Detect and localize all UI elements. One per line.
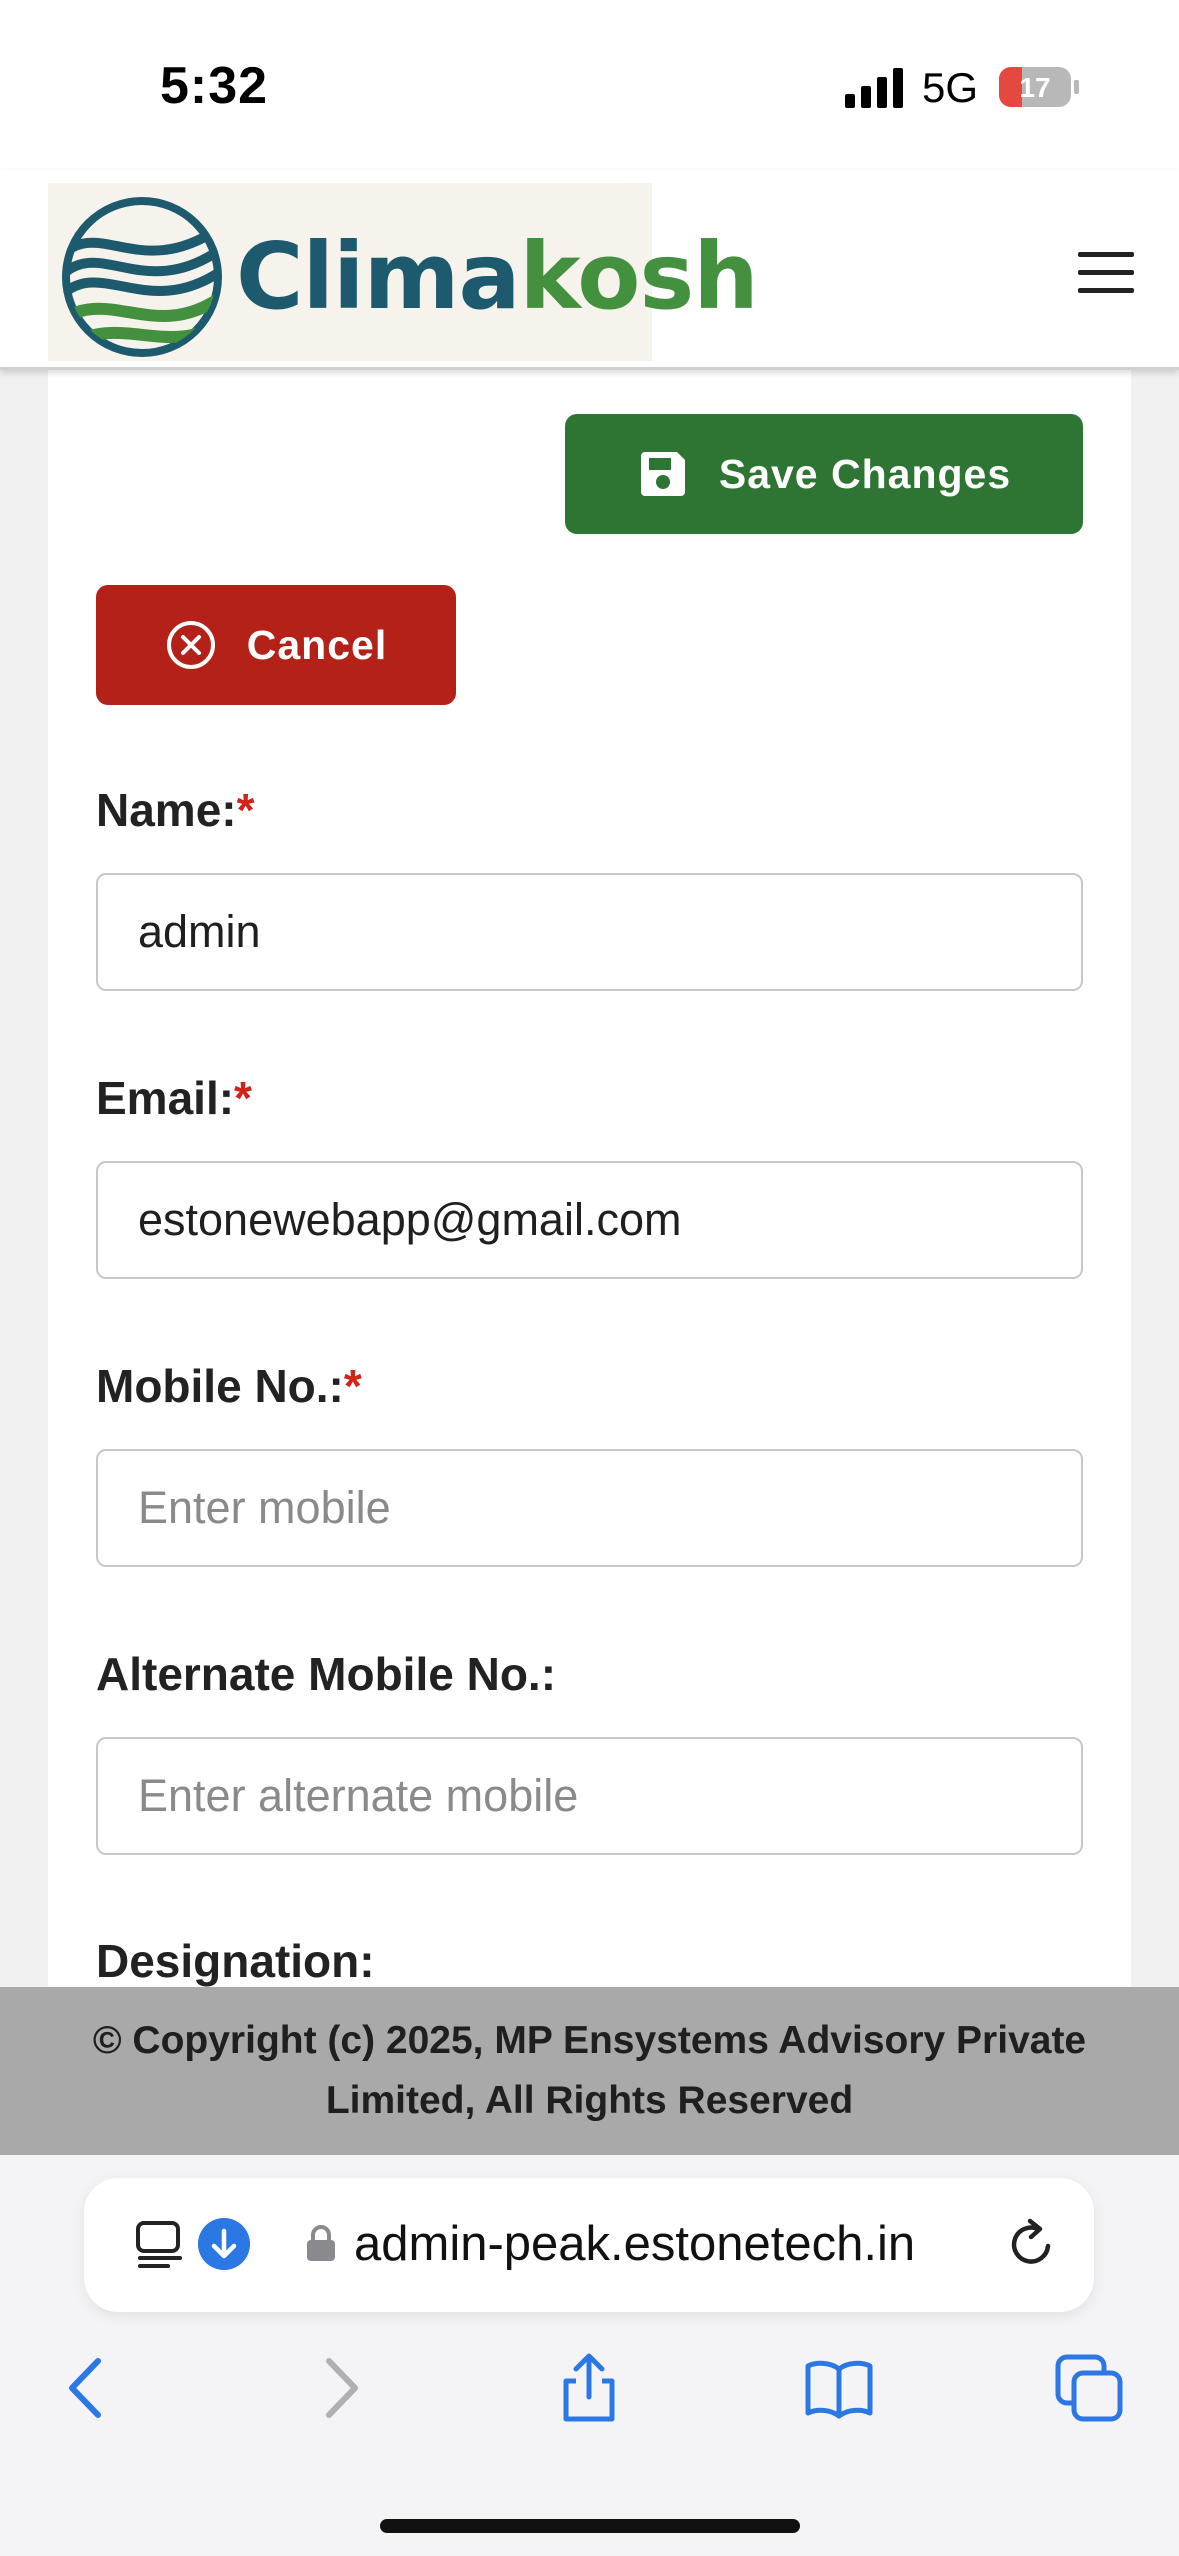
cancel-circle-icon: [166, 621, 215, 669]
hamburger-menu-icon[interactable]: [1078, 252, 1134, 294]
email-label: Email:*: [96, 1071, 252, 1125]
page-menu-icon[interactable]: [134, 2220, 186, 2270]
browser-bottom-bar: admin-peak.estonetech.in: [0, 2155, 1179, 2556]
cancel-button-label: Cancel: [246, 621, 388, 668]
name-input[interactable]: admin: [96, 873, 1083, 991]
battery-icon: 17: [999, 67, 1079, 107]
site-header: Climakosh: [0, 170, 1179, 370]
cellular-signal-icon: [845, 68, 903, 108]
required-marker: *: [234, 1072, 252, 1124]
logo-text-kosh: kosh: [519, 223, 759, 330]
mobile-input[interactable]: Enter mobile: [96, 1449, 1083, 1567]
bookmarks-icon[interactable]: [804, 2353, 874, 2423]
back-icon[interactable]: [52, 2353, 122, 2423]
reload-icon[interactable]: [1004, 2216, 1060, 2272]
status-time: 5:32: [160, 57, 269, 115]
logo-wordmark: Climakosh: [236, 223, 759, 330]
url-text[interactable]: admin-peak.estonetech.in: [354, 2216, 915, 2272]
tabs-icon[interactable]: [1054, 2353, 1124, 2423]
battery-level: 17: [1019, 72, 1050, 103]
logo-text-clima: Clima: [236, 223, 521, 330]
cancel-button[interactable]: Cancel: [96, 585, 456, 705]
climakosh-logo-icon: [62, 197, 222, 357]
home-indicator: [380, 2519, 800, 2533]
required-marker: *: [236, 784, 255, 836]
alternate-mobile-input[interactable]: Enter alternate mobile: [96, 1737, 1083, 1855]
lock-icon: [307, 2225, 335, 2261]
copyright-footer: © Copyright (c) 2025, MP Ensystems Advis…: [0, 1987, 1179, 2155]
save-changes-button[interactable]: Save Changes: [565, 414, 1083, 534]
floppy-disk-icon: [640, 452, 685, 496]
email-label-text: Email:: [96, 1072, 235, 1124]
mobile-label: Mobile No.:*: [96, 1359, 362, 1413]
menu-bar: [1078, 288, 1134, 293]
download-icon[interactable]: [198, 2218, 250, 2270]
email-input[interactable]: estonewebapp@gmail.com: [96, 1161, 1083, 1279]
forward-icon[interactable]: [305, 2353, 375, 2423]
menu-bar: [1078, 252, 1134, 257]
status-bar: 5:32 5G 17: [0, 0, 1179, 170]
network-type: 5G: [922, 64, 979, 111]
address-bar[interactable]: admin-peak.estonetech.in: [84, 2178, 1094, 2312]
mobile-label-text: Mobile No.:: [96, 1360, 344, 1412]
save-button-label: Save Changes: [718, 450, 1012, 497]
share-icon[interactable]: [554, 2353, 624, 2423]
alternate-mobile-label: Alternate Mobile No.:: [96, 1648, 557, 1700]
designation-label: Designation:: [96, 1935, 375, 1987]
logo[interactable]: Climakosh: [48, 183, 759, 361]
name-label: Name:*: [96, 783, 255, 837]
menu-bar: [1078, 270, 1134, 275]
name-label-text: Name:: [96, 784, 237, 836]
required-marker: *: [343, 1360, 362, 1412]
profile-form-card: Save Changes Cancel Name:* admin Email:*…: [48, 370, 1131, 1990]
